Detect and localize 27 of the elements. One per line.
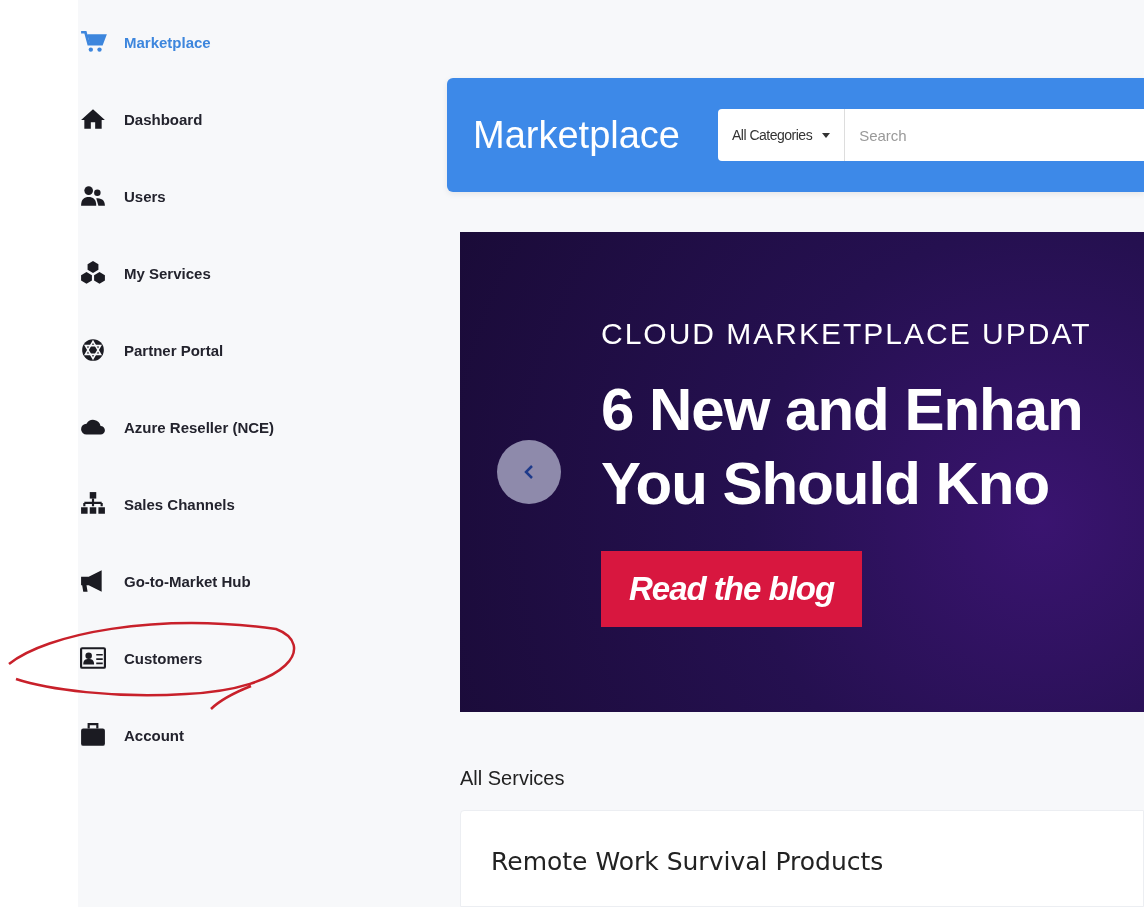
sidebar-item[interactable]: Partner Portal (78, 328, 224, 372)
caret-icon (822, 132, 831, 138)
search-field[interactable]: Search (845, 109, 1144, 161)
banner-headline: 6 New and Enhan (601, 375, 1083, 445)
banner-kicker: CLOUD MARKETPLACE UPDAT (601, 317, 1092, 351)
sidebar-item[interactable]: Users (78, 174, 166, 218)
sidebar-item[interactable]: Dashboard (78, 97, 203, 141)
sidebar-item[interactable]: Marketplace (78, 20, 211, 64)
briefcase-icon (78, 722, 108, 748)
section-title: All Services (460, 767, 566, 790)
users-icon (78, 183, 108, 209)
cart-icon (78, 29, 108, 55)
id-card-icon (78, 645, 108, 671)
page-title: Marketplace (473, 113, 680, 157)
sidebar-item[interactable]: Azure Reseller (NCE) (78, 405, 275, 449)
cubes-icon (78, 260, 108, 286)
sidebar-item[interactable]: Sales Channels (78, 482, 235, 526)
sidebar-item[interactable]: My Services (78, 251, 211, 295)
sitemap-icon (78, 491, 108, 517)
read-blog-button[interactable]: Read the blog (601, 551, 863, 627)
banner-headline: You Should Kno (601, 449, 1051, 519)
category-dropdown[interactable]: All Categories (718, 109, 846, 161)
chevron-left-icon (524, 464, 534, 480)
card-title: Remote Work Survival Products (491, 847, 884, 876)
sidebar-item[interactable]: Customers (78, 636, 203, 680)
sidebar-item[interactable]: Go-to-Market Hub (78, 559, 251, 603)
sidebar-item[interactable]: Account (78, 713, 184, 757)
